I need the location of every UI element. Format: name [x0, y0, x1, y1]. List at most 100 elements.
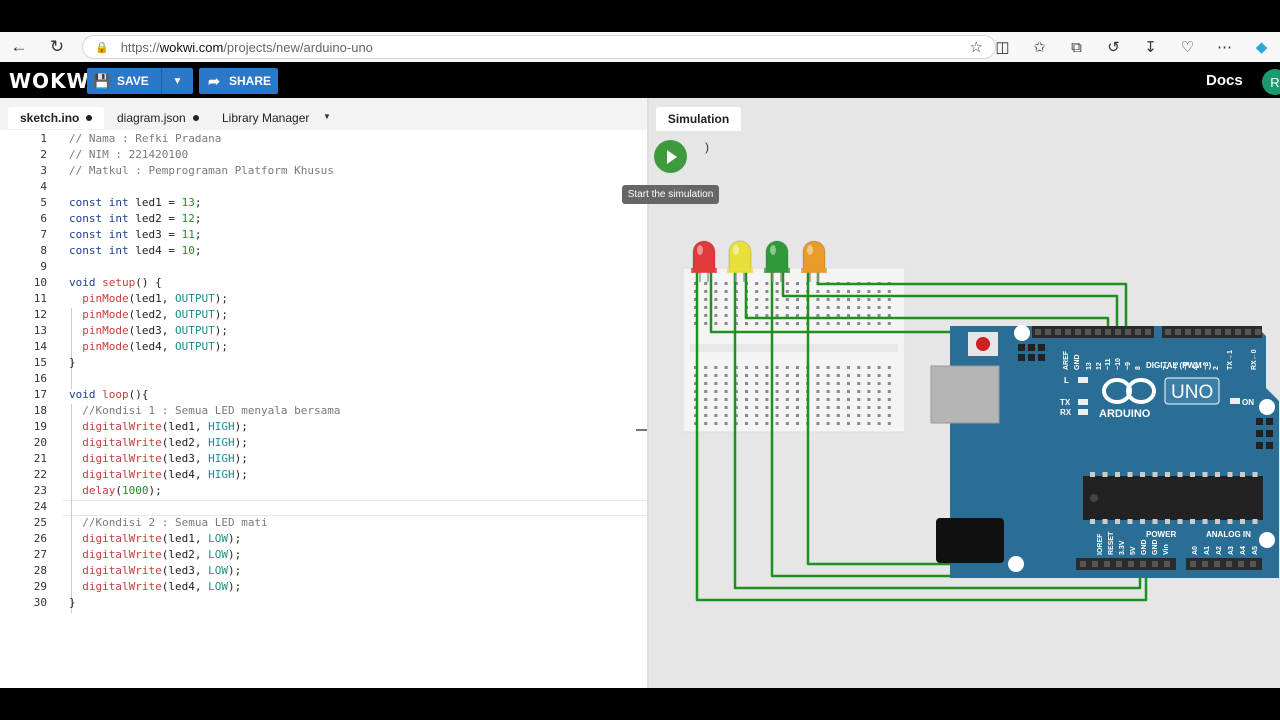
led-3[interactable]: [765, 240, 789, 273]
save-button[interactable]: 💾 SAVE ▼: [87, 68, 193, 94]
breadboard-hole: [887, 314, 891, 317]
code-text: pinMode(led2, OUTPUT);: [82, 308, 228, 321]
share-button[interactable]: ➦ SHARE: [199, 68, 278, 94]
code-line[interactable]: 16: [0, 371, 636, 387]
code-line[interactable]: 27 digitalWrite(led2, LOW);: [0, 547, 636, 563]
code-line[interactable]: 14 pinMode(led4, OUTPUT);: [0, 339, 636, 355]
breadboard-hole: [714, 382, 718, 385]
code-line[interactable]: 1 // Nama : Refki Pradana: [0, 131, 636, 147]
split-screen-icon[interactable]: ◫: [984, 32, 1021, 62]
icsp-pin: [1266, 418, 1273, 425]
docs-link[interactable]: Docs: [1206, 72, 1243, 89]
code-text: void setup() {: [69, 276, 162, 289]
breadboard-hole: [867, 306, 871, 309]
reload-icon[interactable]: ↻: [38, 32, 76, 62]
code-text: digitalWrite(led4, LOW);: [82, 580, 242, 593]
breadboard-hole: [745, 382, 748, 385]
chip-pin: [1215, 472, 1220, 477]
tab-diagram-json[interactable]: diagram.json: [105, 107, 211, 129]
breadboard-hole: [785, 398, 789, 401]
code-line[interactable]: 12 pinMode(led2, OUTPUT);: [0, 307, 636, 323]
start-simulation-button[interactable]: [654, 140, 687, 173]
code-line[interactable]: 7 const int led3 = 11;: [0, 227, 636, 243]
pin-label: ~9: [1125, 362, 1132, 370]
breadboard-hole: [867, 290, 871, 293]
download-icon[interactable]: ↧: [1132, 32, 1169, 62]
breadboard-hole: [704, 290, 708, 293]
header-pin: [1135, 329, 1141, 335]
star-icon[interactable]: ☆: [970, 38, 983, 56]
breadboard-hole: [836, 382, 840, 385]
line-number: 18: [33, 404, 47, 417]
code-line[interactable]: 10 void setup() {: [0, 275, 636, 291]
breadboard-hole: [877, 322, 881, 325]
header-pin: [1140, 561, 1146, 567]
breadboard-hole: [826, 374, 830, 377]
pin-label: ~11: [1105, 358, 1112, 370]
code-line[interactable]: 19 digitalWrite(led1, HIGH);: [0, 419, 636, 435]
code-line[interactable]: 9: [0, 259, 636, 275]
header-pin: [1245, 329, 1251, 335]
history-icon[interactable]: ↺: [1095, 32, 1132, 62]
led-rim: [801, 268, 827, 273]
header-pin: [1238, 561, 1244, 567]
code-line[interactable]: 20 digitalWrite(led2, HIGH);: [0, 435, 636, 451]
collections-icon[interactable]: ⧉: [1058, 32, 1095, 62]
breadboard-hole: [704, 390, 708, 393]
code-line[interactable]: 18 //Kondisi 1 : Semua LED menyala bersa…: [0, 403, 636, 419]
breadboard-hole: [796, 398, 799, 401]
code-line[interactable]: 29 digitalWrite(led4, LOW);: [0, 579, 636, 595]
code-line[interactable]: 23 delay(1000);: [0, 483, 636, 499]
address-bar[interactable]: 🔒 https://wokwi.com/projects/new/arduino…: [82, 35, 996, 59]
led-1[interactable]: [692, 240, 716, 273]
led-4[interactable]: [802, 240, 826, 273]
code-line[interactable]: 2 // NIM : 221420100: [0, 147, 636, 163]
breadboard-hole: [826, 366, 830, 369]
breadboard-hole: [887, 398, 891, 401]
breadboard-hole: [775, 306, 779, 309]
code-line[interactable]: 24: [0, 499, 636, 515]
more-icon[interactable]: ⋯: [1206, 32, 1243, 62]
breadboard-hole: [775, 322, 779, 325]
code-line[interactable]: 21 digitalWrite(led3, HIGH);: [0, 451, 636, 467]
code-line[interactable]: 6 const int led2 = 12;: [0, 211, 636, 227]
line-number: 14: [33, 340, 47, 353]
led-highlight: [807, 245, 813, 255]
code-line[interactable]: 17 void loop(){: [0, 387, 636, 403]
code-line[interactable]: 8 const int led4 = 10;: [0, 243, 636, 259]
code-line[interactable]: 25 //Kondisi 2 : Semua LED mati: [0, 515, 636, 531]
led-2[interactable]: [728, 240, 752, 273]
code-line[interactable]: 11 pinMode(led1, OUTPUT);: [0, 291, 636, 307]
copilot-icon[interactable]: ◆: [1243, 32, 1280, 62]
code-line[interactable]: 4: [0, 179, 636, 195]
back-icon[interactable]: ←: [0, 32, 38, 62]
breadboard-hole: [816, 322, 820, 325]
code-line[interactable]: 28 digitalWrite(led3, LOW);: [0, 563, 636, 579]
wokwi-logo[interactable]: WOKWi: [9, 69, 97, 93]
reset-button[interactable]: [976, 337, 990, 351]
tabs-menu-icon[interactable]: ▼: [323, 112, 331, 121]
favorites-icon[interactable]: ✩: [1021, 32, 1058, 62]
icsp-pin: [1266, 442, 1273, 449]
tooltip: Start the simulation: [622, 185, 719, 204]
tab-sketch-ino[interactable]: sketch.ino: [8, 107, 105, 129]
code-line[interactable]: 15}: [0, 355, 636, 371]
breadboard-hole: [704, 306, 708, 309]
line-number: 29: [33, 580, 47, 593]
code-line[interactable]: 3 // Matkul : Pemprograman Platform Khusu…: [0, 163, 636, 179]
heart-icon[interactable]: ♡: [1169, 32, 1206, 62]
save-dropdown-icon[interactable]: ▼: [161, 68, 193, 94]
code-line[interactable]: 13 pinMode(led3, OUTPUT);: [0, 323, 636, 339]
circuit-canvas[interactable]: AREF GND 13 12 ~11 ~10 ~9 8 7 ~6 ~5 4 ~3 2 TX→1 RX←0DIG…: [649, 98, 1280, 688]
code-line[interactable]: 26 digitalWrite(led1, LOW);: [0, 531, 636, 547]
breadboard-hole: [714, 298, 718, 301]
chip-pin: [1090, 472, 1095, 477]
breadboard-hole: [887, 298, 891, 301]
tab-library-manager[interactable]: Library Manager: [210, 107, 321, 129]
code-line[interactable]: 22 digitalWrite(led4, HIGH);: [0, 467, 636, 483]
code-line[interactable]: 5 const int led1 = 13;: [0, 195, 636, 211]
scrollbar-marker[interactable]: [636, 429, 647, 431]
breadboard-hole: [755, 298, 759, 301]
code-editor[interactable]: 1 // Nama : Refki Pradana 2 // NIM : 221420…: [0, 131, 647, 686]
code-line[interactable]: 30}: [0, 595, 636, 611]
